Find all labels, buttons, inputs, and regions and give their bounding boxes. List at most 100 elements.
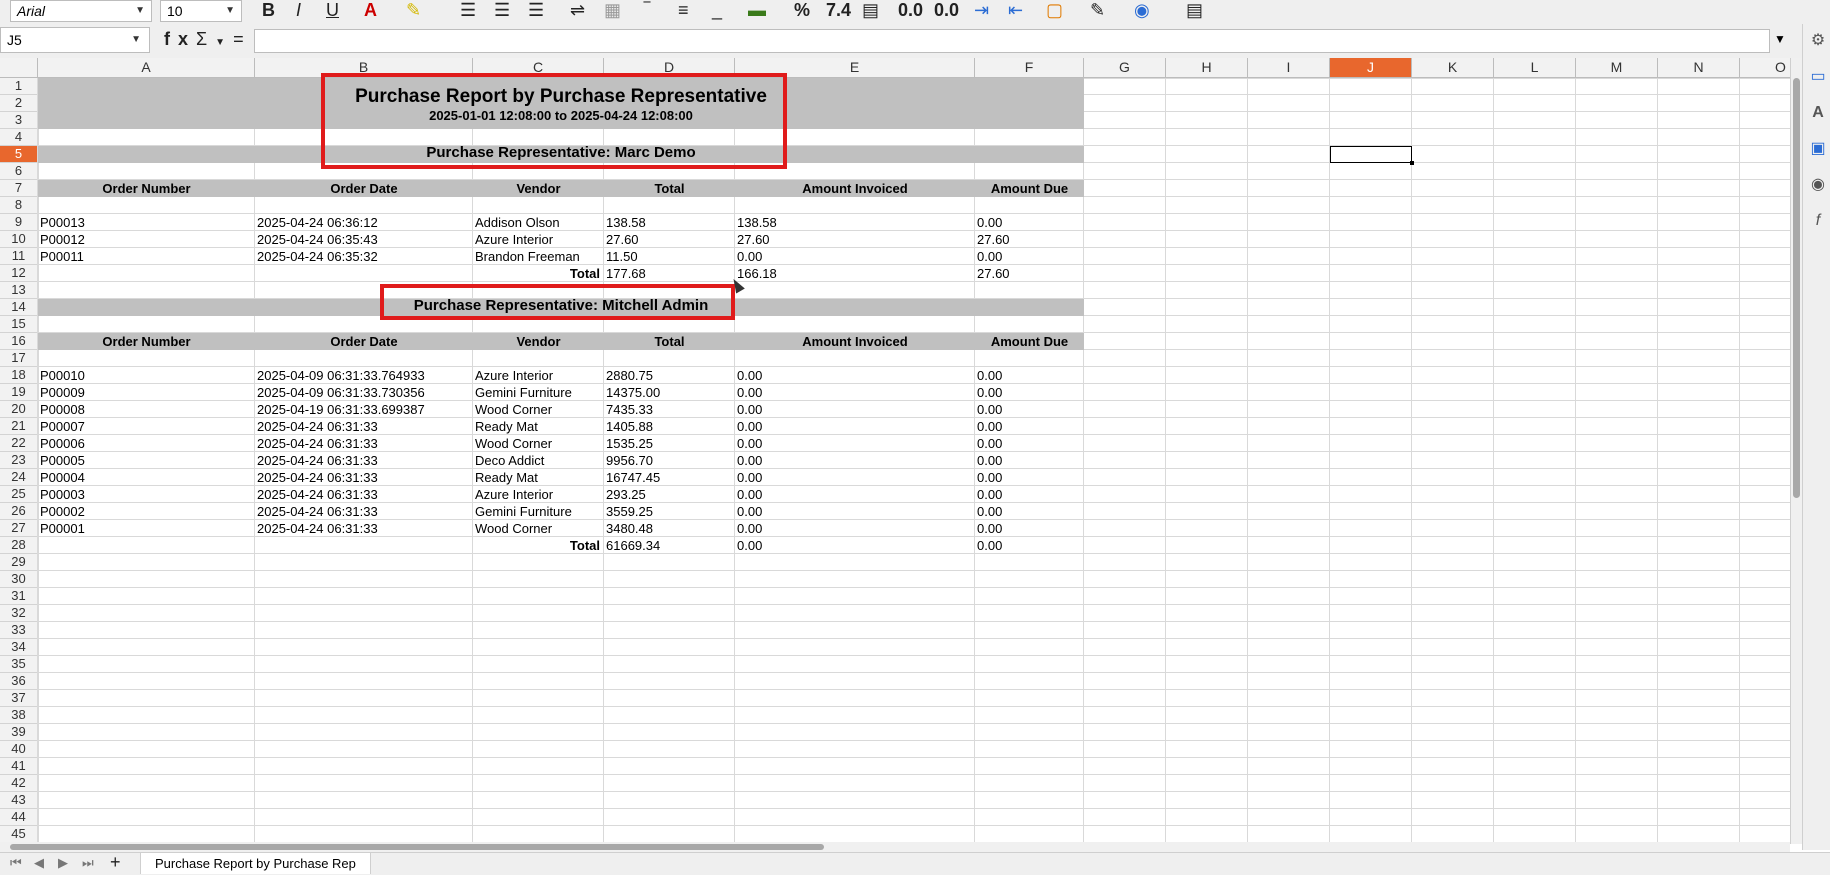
row-header-31[interactable]: 31 <box>0 588 38 605</box>
table-cell[interactable]: 2025-04-24 06:31:33 <box>255 435 473 452</box>
table-cell[interactable]: P00008 <box>38 401 255 418</box>
total-value[interactable]: 27.60 <box>975 265 1084 282</box>
table-cell[interactable]: 2025-04-24 06:31:33 <box>255 486 473 503</box>
align-center-icon[interactable]: ☰ <box>494 0 510 22</box>
border-color-icon[interactable]: ◉ <box>1134 0 1150 22</box>
column-title[interactable]: Total <box>604 333 735 350</box>
row-header-25[interactable]: 25 <box>0 486 38 503</box>
row-header-36[interactable]: 36 <box>0 673 38 690</box>
cell-area[interactable]: Purchase Report by Purchase Representati… <box>37 73 1790 844</box>
column-title[interactable]: Vendor <box>473 180 604 197</box>
percent-format-button[interactable]: % <box>794 0 810 22</box>
underline-button[interactable]: U <box>326 0 339 22</box>
table-cell[interactable]: 0.00 <box>975 248 1084 265</box>
column-header-n[interactable]: N <box>1658 58 1740 78</box>
table-cell[interactable]: 1405.88 <box>604 418 735 435</box>
number-format-button[interactable]: 7.4 <box>826 0 851 22</box>
table-cell[interactable]: 0.00 <box>975 214 1084 231</box>
row-header-17[interactable]: 17 <box>0 350 38 367</box>
row-header-2[interactable]: 2 <box>0 95 38 112</box>
borders-icon[interactable]: ▢ <box>1046 0 1063 22</box>
row-header-12[interactable]: 12 <box>0 265 38 282</box>
table-cell[interactable]: Ready Mat <box>473 418 604 435</box>
align-middle-icon[interactable]: ≡ <box>678 0 689 22</box>
table-cell[interactable]: P00005 <box>38 452 255 469</box>
table-cell[interactable]: 2025-04-24 06:31:33 <box>255 469 473 486</box>
table-cell[interactable]: 2025-04-09 06:31:33.730356 <box>255 384 473 401</box>
row-header-44[interactable]: 44 <box>0 809 38 826</box>
sheet-tab-active[interactable]: Purchase Report by Purchase Rep <box>140 853 371 874</box>
table-cell[interactable]: 3480.48 <box>604 520 735 537</box>
table-cell[interactable]: 293.25 <box>604 486 735 503</box>
formula-button[interactable]: = <box>233 29 252 49</box>
add-sheet-button[interactable]: + <box>110 852 121 873</box>
total-value[interactable]: 0.00 <box>975 537 1084 554</box>
gallery-icon[interactable]: ▣ <box>1809 140 1827 158</box>
increase-indent-icon[interactable]: ⇥ <box>974 0 989 22</box>
column-header-l[interactable]: L <box>1494 58 1576 78</box>
column-header-m[interactable]: M <box>1576 58 1658 78</box>
gear-icon[interactable]: ⚙ <box>1809 32 1827 50</box>
merge-cells-icon[interactable]: ▦ <box>604 0 621 22</box>
column-header-j[interactable]: J <box>1330 58 1412 78</box>
table-cell[interactable]: 2880.75 <box>604 367 735 384</box>
column-title[interactable]: Order Number <box>38 180 255 197</box>
column-title[interactable]: Amount Invoiced <box>735 180 975 197</box>
table-cell[interactable]: 0.00 <box>735 384 975 401</box>
row-header-23[interactable]: 23 <box>0 452 38 469</box>
row-header-5[interactable]: 5 <box>0 146 38 163</box>
row-header-6[interactable]: 6 <box>0 163 38 180</box>
table-cell[interactable]: 2025-04-24 06:31:33 <box>255 418 473 435</box>
table-cell[interactable]: 0.00 <box>735 435 975 452</box>
select-all-corner[interactable] <box>0 58 38 78</box>
table-cell[interactable]: 2025-04-24 06:31:33 <box>255 503 473 520</box>
row-header-32[interactable]: 32 <box>0 605 38 622</box>
add-decimal-button[interactable]: 0.0 <box>898 0 923 22</box>
formula-input[interactable] <box>254 29 1770 53</box>
row-header-16[interactable]: 16 <box>0 333 38 350</box>
table-cell[interactable]: 1535.25 <box>604 435 735 452</box>
column-title[interactable]: Order Date <box>255 333 473 350</box>
total-value[interactable]: 61669.34 <box>604 537 735 554</box>
currency-format-icon[interactable]: ▬ <box>748 0 766 22</box>
table-cell[interactable]: 0.00 <box>975 452 1084 469</box>
table-cell[interactable]: Wood Corner <box>473 435 604 452</box>
date-format-icon[interactable]: ▤ <box>862 0 879 22</box>
table-cell[interactable]: P00010 <box>38 367 255 384</box>
table-cell[interactable]: 2025-04-19 06:31:33.699387 <box>255 401 473 418</box>
table-cell[interactable]: 0.00 <box>735 367 975 384</box>
selected-cell[interactable] <box>1330 146 1414 165</box>
table-cell[interactable]: 138.58 <box>735 214 975 231</box>
table-cell[interactable]: P00012 <box>38 231 255 248</box>
table-cell[interactable]: Azure Interior <box>473 367 604 384</box>
functions-icon[interactable]: f <box>1809 212 1827 230</box>
row-header-1[interactable]: 1 <box>0 78 38 95</box>
table-cell[interactable]: Addison Olson <box>473 214 604 231</box>
font-name-box[interactable]: Arial ▼ <box>10 0 152 22</box>
row-header-33[interactable]: 33 <box>0 622 38 639</box>
column-header-f[interactable]: F <box>975 58 1084 78</box>
table-cell[interactable]: 2025-04-24 06:36:12 <box>255 214 473 231</box>
navigator-icon[interactable]: ◉ <box>1809 176 1827 194</box>
table-cell[interactable]: 16747.45 <box>604 469 735 486</box>
chevron-down-icon[interactable]: ▼ <box>225 1 235 21</box>
previous-sheet-icon[interactable]: ◀ <box>34 855 44 871</box>
table-cell[interactable]: 0.00 <box>735 469 975 486</box>
highlight-color-icon[interactable]: ✎ <box>406 0 421 22</box>
font-size-box[interactable]: 10 ▼ <box>160 0 242 22</box>
font-color-icon[interactable]: A <box>364 0 377 22</box>
table-cell[interactable]: P00003 <box>38 486 255 503</box>
expand-formula-icon[interactable]: ▼ <box>1774 32 1786 46</box>
column-title[interactable]: Amount Invoiced <box>735 333 975 350</box>
row-header-41[interactable]: 41 <box>0 758 38 775</box>
row-header-37[interactable]: 37 <box>0 690 38 707</box>
row-header-13[interactable]: 13 <box>0 282 38 299</box>
row-header-26[interactable]: 26 <box>0 503 38 520</box>
table-cell[interactable]: 2025-04-24 06:31:33 <box>255 520 473 537</box>
table-cell[interactable]: 0.00 <box>975 435 1084 452</box>
styles-icon[interactable]: A <box>1809 104 1827 122</box>
total-value[interactable]: 0.00 <box>735 537 975 554</box>
column-title[interactable]: Amount Due <box>975 180 1084 197</box>
column-title[interactable]: Order Date <box>255 180 473 197</box>
vertical-scrollbar[interactable] <box>1790 58 1802 844</box>
